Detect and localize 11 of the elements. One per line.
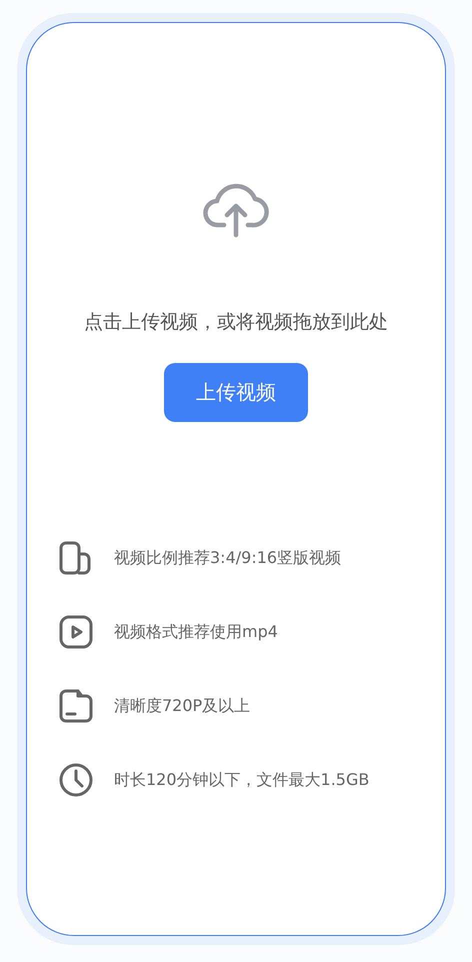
tip-text: 时长120分钟以下，文件最大1.5GB [114, 770, 370, 790]
upload-prompt: 点击上传视频，或将视频拖放到此处 [84, 310, 388, 335]
upload-button[interactable]: 上传视频 [164, 363, 308, 422]
tip-text: 清晰度720P及以上 [114, 696, 250, 716]
tip-text: 视频格式推荐使用mp4 [114, 622, 278, 642]
tip-text: 视频比例推荐3:4/9:16竖版视频 [114, 548, 342, 568]
play-icon [58, 614, 94, 650]
cloud-upload-icon [202, 181, 270, 239]
clock-icon [58, 762, 94, 798]
folder-icon [58, 688, 94, 724]
upload-panel[interactable]: 点击上传视频，或将视频拖放到此处 上传视频 视频比例推荐3:4/9:16竖版视频 视频格式推荐使用mp4 清晰度720P及以上 时长120分钟以下，文件最大1.5GB [17, 13, 455, 945]
